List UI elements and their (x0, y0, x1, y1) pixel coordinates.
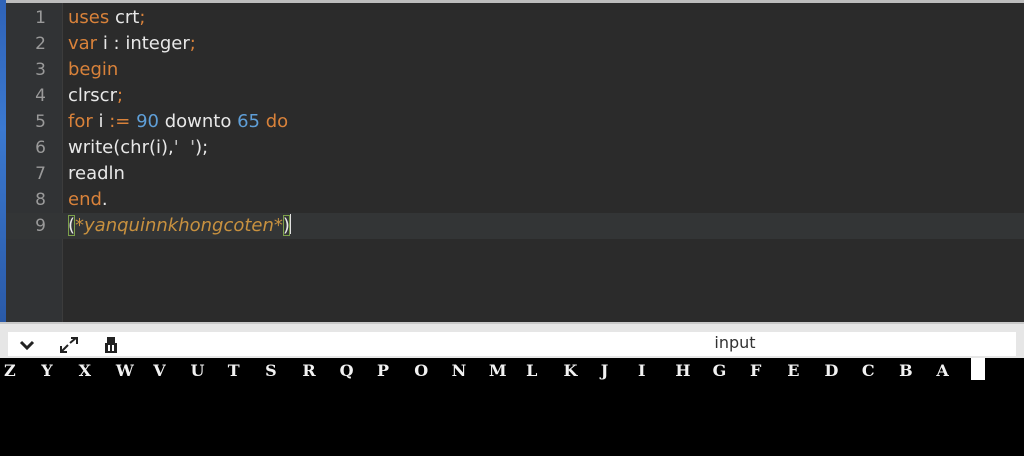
code-line[interactable]: 5 for i := 90 downto 65 do (6, 109, 1024, 135)
expand-arrows-icon[interactable] (58, 334, 80, 356)
console-char: E (787, 361, 800, 380)
text-cursor (289, 214, 291, 234)
console-char: N (451, 361, 467, 380)
console-char: Y (41, 361, 53, 380)
code-token: var (68, 33, 98, 54)
code-token: 90 (136, 111, 159, 132)
code-text: begin (68, 57, 118, 83)
code-line[interactable]: 4 clrscr; (6, 83, 1024, 109)
code-token: ' ' (173, 137, 196, 158)
code-text: (*yanquinnkhongcoten*) (68, 213, 291, 239)
console-char: A (936, 361, 949, 380)
code-text: clrscr; (68, 83, 123, 109)
console-char: Z (4, 361, 16, 380)
console-text: Z Y X WV U T S R Q P O N ML K J I H G F E D C B A (4, 360, 974, 382)
console-cursor (971, 358, 985, 380)
console-char: L (526, 361, 538, 380)
code-token: ) (282, 215, 290, 236)
code-token: uses (68, 7, 110, 28)
code-editor[interactable]: 1 uses crt; 2 var i : integer; 3 begin 4 clrscr… (6, 3, 1024, 322)
code-token: i (92, 111, 110, 132)
toolbar-bar (8, 332, 1016, 356)
console-char: D (824, 361, 839, 380)
code-token: ( (68, 215, 76, 236)
line-number: 1 (35, 8, 46, 28)
console-toolbar: input (0, 322, 1024, 358)
console-char: W (115, 361, 134, 380)
console-char: M (488, 361, 507, 380)
line-number: 6 (35, 138, 46, 158)
code-line[interactable]: 7 readln (6, 161, 1024, 187)
code-token: clrscr (68, 85, 117, 106)
console-char: T (227, 361, 240, 380)
code-line[interactable]: 6 write(chr(i),' '); (6, 135, 1024, 161)
code-token: i : integer (97, 33, 190, 54)
code-text: readln (68, 161, 125, 187)
console-char: U (190, 361, 205, 380)
console-char: Q (339, 361, 354, 380)
code-text: uses crt; (68, 5, 145, 31)
console-char: H (675, 361, 691, 380)
code-token: do (265, 111, 289, 132)
code-line[interactable]: 9 (*yanquinnkhongcoten*) (6, 213, 1024, 239)
console-char: C (861, 361, 875, 380)
console-char: I (638, 361, 646, 380)
code-token: ; (139, 7, 146, 28)
clear-console-icon[interactable] (100, 334, 122, 356)
chevron-down-icon[interactable] (16, 334, 38, 356)
console-char: B (899, 361, 913, 380)
console-char: V (153, 361, 166, 380)
code-text: end. (68, 187, 108, 213)
console-char: R (302, 361, 316, 380)
line-number: 3 (35, 60, 46, 80)
console-char: S (265, 361, 277, 380)
code-token: . (101, 189, 108, 210)
console-char: J (600, 361, 609, 380)
console-char: X (78, 361, 92, 380)
input-tab[interactable]: input (690, 332, 780, 354)
code-token: readln (68, 163, 125, 184)
code-token: end (68, 189, 102, 210)
console-char: O (414, 361, 429, 380)
line-number: 4 (35, 86, 46, 106)
code-line[interactable]: 2 var i : integer; (6, 31, 1024, 57)
code-token: crt (109, 7, 140, 28)
code-text: for i := 90 downto 65 do (68, 109, 288, 135)
console-char: P (376, 361, 389, 380)
code-text: write(chr(i),' '); (68, 135, 208, 161)
code-token: write(chr(i), (68, 137, 174, 158)
code-text: var i : integer; (68, 31, 196, 57)
code-line[interactable]: 8 end. (6, 187, 1024, 213)
line-number: 2 (35, 34, 46, 54)
console-char: F (749, 361, 762, 380)
line-number: 5 (35, 112, 46, 132)
code-token: ); (195, 137, 209, 158)
code-token: ; (116, 85, 124, 106)
line-number: 8 (35, 190, 46, 210)
code-line[interactable]: 1 uses crt; (6, 5, 1024, 31)
code-token: := (109, 111, 131, 132)
console-char: G (712, 361, 727, 380)
code-token: ; (189, 33, 196, 54)
code-token: downto (159, 111, 238, 132)
code-token: *yanquinnkhongcoten* (75, 215, 283, 236)
code-token: for (68, 111, 93, 132)
code-line[interactable]: 3 begin (6, 57, 1024, 83)
console-char: K (563, 361, 578, 380)
line-number: 9 (35, 216, 46, 236)
code-token: begin (68, 59, 119, 80)
code-token: 65 (237, 111, 260, 132)
line-number: 7 (35, 164, 46, 184)
console-output: Z Y X WV U T S R Q P O N ML K J I H G F E D C B A (0, 358, 1024, 456)
